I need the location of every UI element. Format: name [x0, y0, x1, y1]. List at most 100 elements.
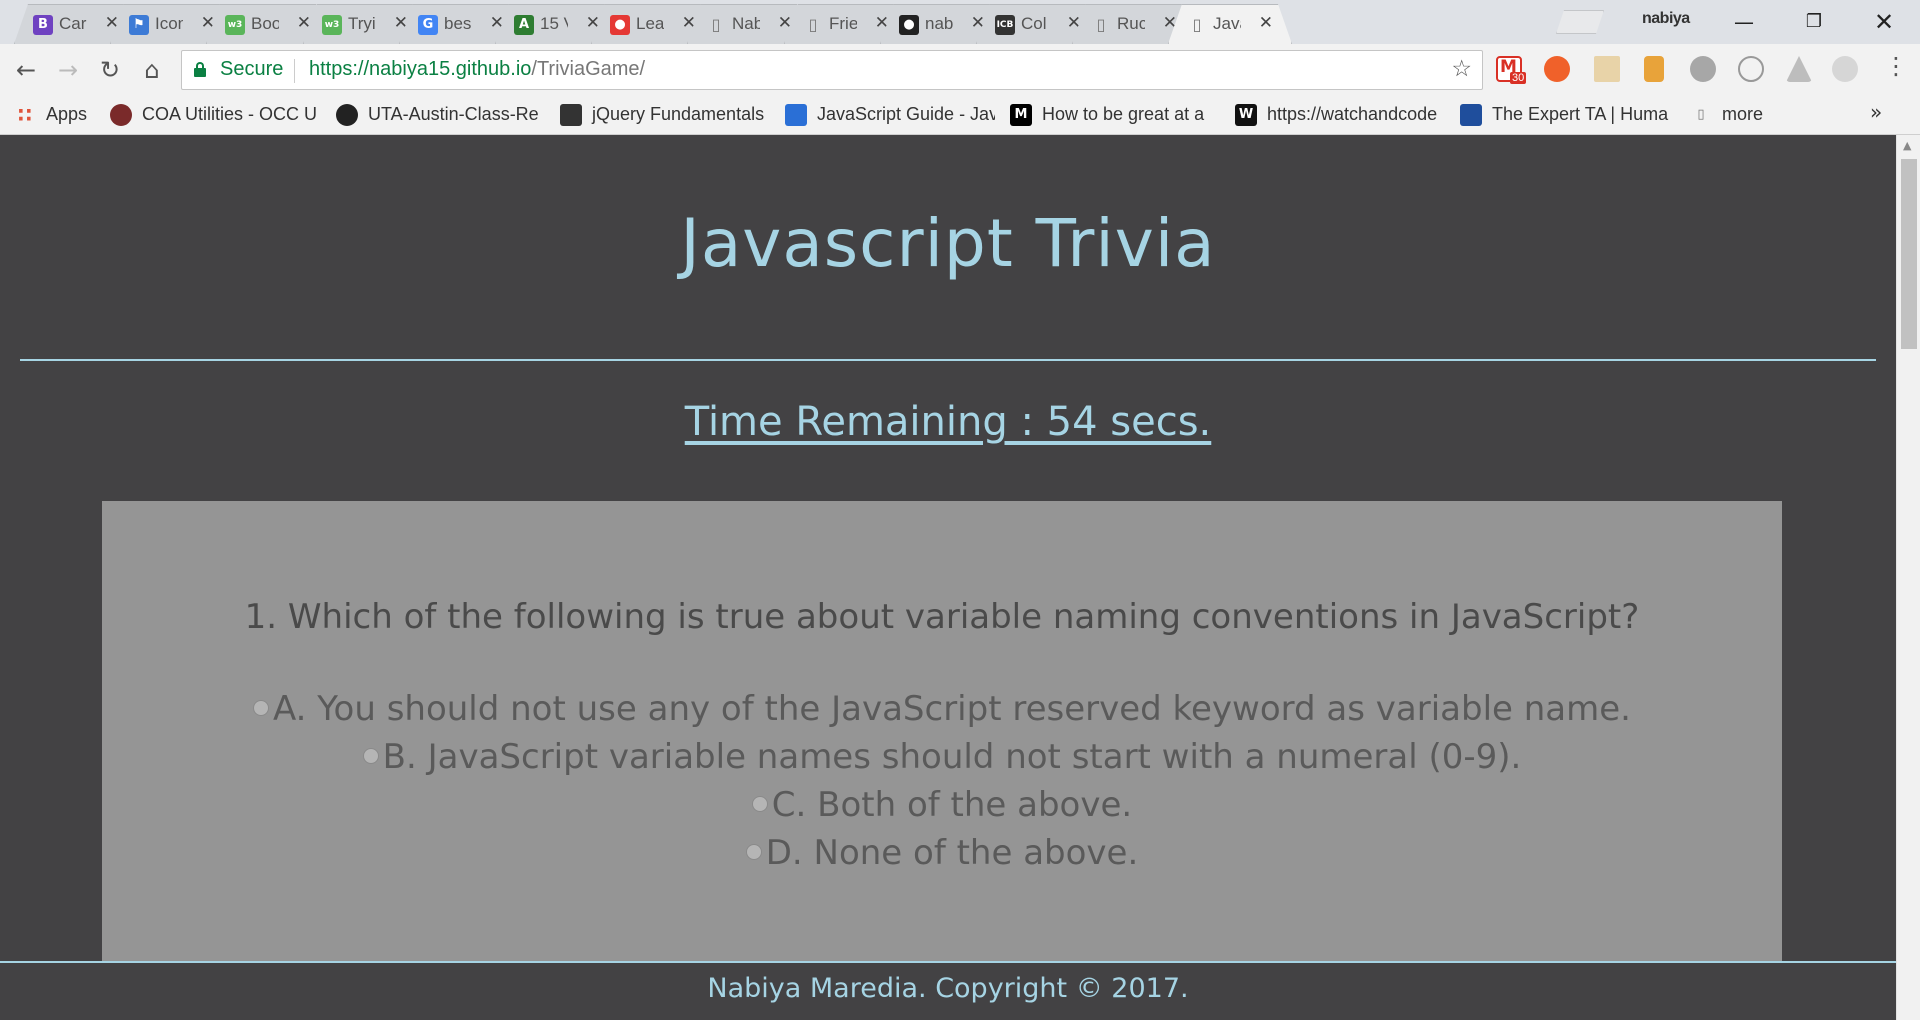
browser-tab[interactable]: ▯ Java ✕	[1168, 4, 1292, 44]
tab-title: 15 V	[540, 14, 559, 33]
scroll-thumb[interactable]	[1901, 159, 1917, 349]
answer-option-a[interactable]: A. You should not use any of the JavaScr…	[102, 685, 1782, 733]
bookmarks-overflow-icon[interactable]: »	[1870, 100, 1882, 124]
timer-text: Time Remaining : 54 secs.	[684, 399, 1212, 445]
scroll-up-arrow-icon[interactable]: ▲	[1903, 139, 1911, 152]
rooster-icon	[560, 104, 582, 126]
forward-icon[interactable]: →	[50, 52, 86, 88]
w3-icon: w3	[322, 15, 342, 35]
page-icon: ▯	[1096, 15, 1106, 34]
answer-label: D. None of the above.	[765, 833, 1139, 873]
question-card: 1. Which of the following is true about …	[102, 501, 1782, 1020]
medium-icon: M	[1010, 104, 1032, 126]
tab-title: Boo	[251, 14, 279, 33]
footer-copyright: Nabiya Maredia. Copyright © 2017.	[707, 973, 1189, 1004]
bookmark-label: How to be great at a	[1042, 104, 1205, 124]
bootstrap-icon: B	[33, 15, 53, 35]
back-icon[interactable]: ←	[8, 52, 44, 88]
bookmark-item[interactable]: ∷ Apps	[14, 102, 94, 128]
tab-title: nab	[925, 14, 953, 33]
extension-circle-icon[interactable]	[1738, 56, 1764, 82]
w-icon: W	[1235, 104, 1257, 126]
tab-title: Lea	[636, 14, 664, 33]
bookmark-label: Apps	[46, 104, 88, 124]
new-tab-button[interactable]	[1556, 10, 1604, 34]
answer-option-d[interactable]: D. None of the above.	[102, 829, 1782, 877]
bug-icon[interactable]	[1690, 56, 1716, 82]
page-icon: ▯	[1192, 15, 1202, 34]
bookmark-item[interactable]: M How to be great at a	[1010, 102, 1220, 128]
bookmark-item[interactable]: jQuery Fundamentals	[560, 102, 770, 128]
extension-orange-icon[interactable]	[1544, 56, 1570, 82]
github-icon: ●	[899, 15, 919, 35]
drive-icon[interactable]	[1786, 56, 1812, 82]
page-title: Javascript Trivia	[680, 205, 1216, 282]
countdown-timer: Time Remaining : 54 secs.	[0, 399, 1896, 445]
title-divider	[20, 359, 1876, 361]
radio-button[interactable]	[745, 843, 762, 860]
vertical-scrollbar[interactable]: ▲	[1896, 135, 1920, 1020]
radio-button[interactable]	[253, 699, 269, 716]
bookmark-label: jQuery Fundamentals	[592, 104, 765, 124]
bookmark-item[interactable]: UTA-Austin-Class-Re	[336, 102, 546, 128]
close-window-icon[interactable]: ✕	[1854, 4, 1914, 40]
radio-button[interactable]	[362, 747, 379, 764]
expertta-icon	[1460, 104, 1482, 126]
gmail-badge: 30	[1510, 72, 1527, 84]
profile-name[interactable]: nabiya	[1642, 10, 1690, 28]
tab-title: Icon	[155, 14, 183, 33]
eyedropper-icon[interactable]	[1594, 56, 1620, 82]
react-icon[interactable]	[1832, 56, 1858, 82]
chrome-menu-icon[interactable]: ⋮	[1884, 52, 1908, 80]
bookmark-label: UTA-Austin-Class-Re	[368, 104, 539, 124]
page-viewport: Javascript Trivia Time Remaining : 54 se…	[0, 135, 1896, 1020]
icb-icon: ICB	[995, 15, 1015, 35]
bookmark-item[interactable]: Whttps://watchandcode	[1235, 102, 1445, 128]
answer-options: A. You should not use any of the JavaScr…	[102, 685, 1782, 877]
tab-title: Col	[1021, 14, 1047, 33]
tab-close-icon[interactable]: ✕	[1259, 13, 1273, 33]
extension-hammer-icon[interactable]	[1644, 56, 1664, 82]
answer-option-b[interactable]: B. JavaScript variable names should not …	[102, 733, 1782, 781]
home-icon[interactable]: ⌂	[134, 52, 170, 88]
bookmark-label: The Expert TA | Huma	[1492, 104, 1669, 124]
tab-title: Ruc	[1117, 14, 1145, 33]
url-path: /TriviaGame/	[531, 58, 646, 80]
browser-toolbar: ← → ↻ ⌂ Secure https://nabiya15.github.i…	[0, 44, 1920, 96]
seal-icon	[110, 104, 132, 126]
app-icon: A	[514, 15, 534, 35]
restore-icon[interactable]: ❐	[1784, 4, 1844, 40]
apps-grid-icon: ∷	[18, 103, 32, 127]
bookmark-label: COA Utilities - OCC U	[142, 104, 318, 124]
learn-icon: ●	[610, 15, 630, 35]
secure-label: Secure	[220, 58, 284, 80]
bookmark-star-icon[interactable]: ☆	[1451, 56, 1472, 82]
page-icon: ▯	[711, 15, 721, 34]
url-text[interactable]: https://nabiya15.github.io/TriviaGame/	[309, 58, 645, 81]
answer-label: C. Both of the above.	[771, 785, 1133, 825]
page-footer: Nabiya Maredia. Copyright © 2017.	[0, 961, 1896, 1020]
address-bar[interactable]: Secure https://nabiya15.github.io/Trivia…	[181, 50, 1483, 90]
reload-icon[interactable]: ↻	[92, 52, 128, 88]
tab-title: Car	[59, 14, 87, 33]
bookmark-label: https://watchandcode	[1267, 104, 1438, 124]
bookmark-item[interactable]: The Expert TA | Huma	[1460, 102, 1670, 128]
bookmark-item[interactable]: ▯ more	[1690, 102, 1790, 128]
tab-title: Nab	[732, 14, 760, 33]
tab-title: Frie	[829, 14, 857, 33]
answer-option-c[interactable]: C. Both of the above.	[102, 781, 1782, 829]
bookmark-label: JavaScript Guide - Jav	[817, 104, 995, 124]
radio-button[interactable]	[751, 795, 768, 812]
lock-icon	[194, 62, 206, 77]
bookmark-item[interactable]: COA Utilities - OCC U	[110, 102, 320, 128]
mdn-icon	[785, 104, 807, 126]
answer-label: B. JavaScript variable names should not …	[382, 737, 1522, 777]
page-icon: ▯	[1697, 107, 1705, 122]
question-text: 1. Which of the following is true about …	[244, 597, 1640, 637]
bookmark-item[interactable]: JavaScript Guide - Jav	[785, 102, 995, 128]
minimize-icon[interactable]: —	[1714, 4, 1774, 40]
flag-icon: ⚑	[129, 15, 149, 35]
gmail-icon[interactable]: M 30	[1496, 56, 1527, 84]
url-host: https://nabiya15.github.io	[309, 58, 532, 80]
tab-title: Tryi	[348, 14, 376, 33]
